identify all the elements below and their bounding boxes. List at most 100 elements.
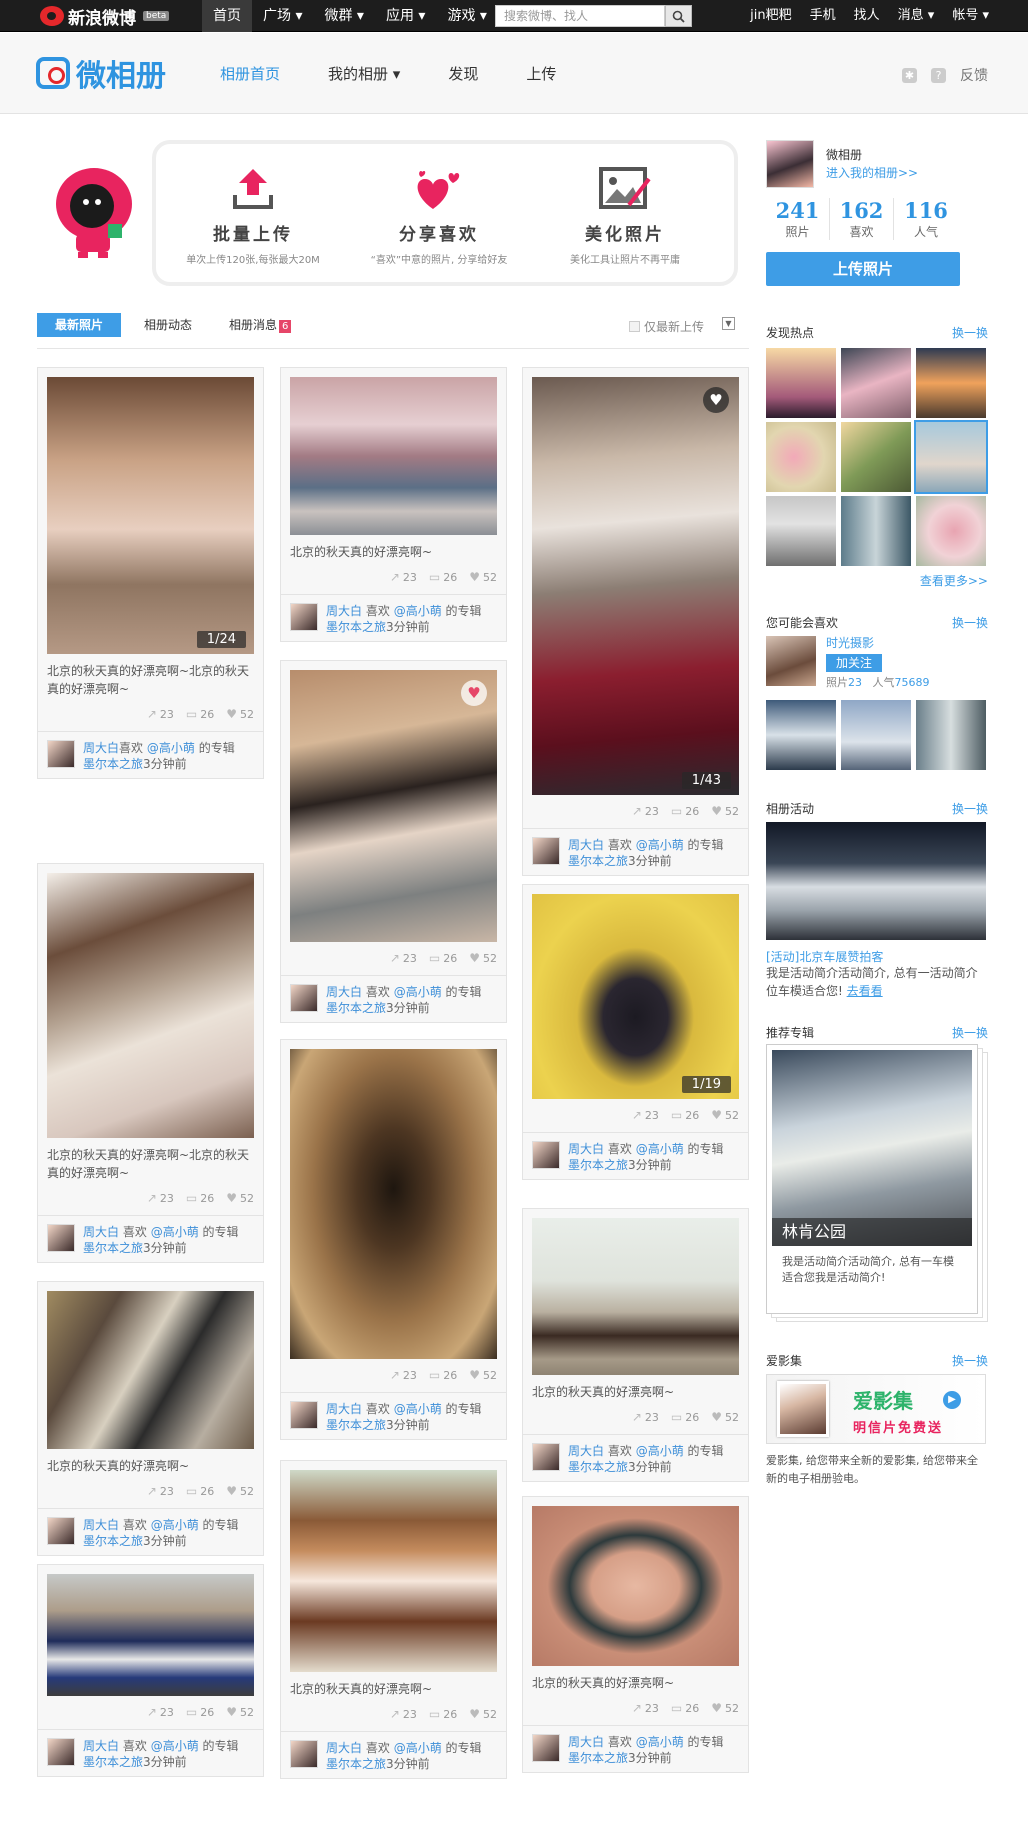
like-stat[interactable]: ♥ 52 bbox=[226, 1705, 254, 1719]
see-more-link[interactable]: 查看更多>> bbox=[920, 572, 988, 589]
like-stat[interactable]: ♥ 52 bbox=[226, 707, 254, 721]
comment-stat[interactable]: ▭ 26 bbox=[429, 570, 457, 584]
activity-go-link[interactable]: 去看看 bbox=[847, 984, 883, 998]
stat-likes[interactable]: 162 喜欢 bbox=[830, 198, 894, 240]
nav-groups[interactable]: 微群 ▾ bbox=[313, 0, 374, 32]
swap-link[interactable]: 换一换 bbox=[952, 324, 988, 341]
user-link[interactable]: 周大白 bbox=[568, 1444, 604, 1458]
album-link[interactable]: 墨尔本之旅 bbox=[83, 1534, 143, 1548]
share-stat[interactable]: ↗ 23 bbox=[147, 707, 174, 721]
like-stat[interactable]: ♥ 52 bbox=[226, 1191, 254, 1205]
photo-card[interactable]: 北京的秋天真的好漂亮啊~ ↗ 23 ▭ 26 ♥ 52 周大白 喜欢 @高小萌 的专辑… bbox=[522, 1208, 749, 1482]
photo-image[interactable]: ♥ 1/43 bbox=[532, 377, 739, 795]
album-link[interactable]: 墨尔本之旅 bbox=[568, 1158, 628, 1172]
like-stat[interactable]: ♥ 52 bbox=[469, 1368, 497, 1382]
photo-card[interactable]: 北京的秋天真的好漂亮啊~北京的秋天真的好漂亮啊~ ↗ 23 ▭ 26 ♥ 52 周大白… bbox=[37, 863, 264, 1263]
only-latest-checkbox[interactable] bbox=[628, 321, 640, 332]
user-link[interactable]: 周大白 bbox=[83, 1518, 119, 1532]
feature-beautify[interactable]: 美化照片 美化工具让照片不再平庸 bbox=[530, 164, 720, 266]
nav-find-people[interactable]: 找人 bbox=[845, 0, 889, 32]
avatar[interactable] bbox=[532, 1443, 560, 1471]
like-heart-icon[interactable]: ♥ bbox=[703, 387, 729, 413]
avatar[interactable] bbox=[47, 740, 75, 768]
photo-image[interactable]: ♥ bbox=[290, 670, 497, 942]
album-link[interactable]: 墨尔本之旅 bbox=[326, 1757, 386, 1771]
album-link[interactable]: 墨尔本之旅 bbox=[83, 757, 143, 771]
photo-card[interactable]: 北京的秋天真的好漂亮啊~ ↗ 23 ▭ 26 ♥ 52 周大白 喜欢 @高小萌 的专辑… bbox=[37, 1281, 264, 1556]
hot-thumbnail[interactable] bbox=[916, 348, 986, 418]
like-stat[interactable]: ♥ 52 bbox=[711, 1410, 739, 1424]
share-stat[interactable]: ↗ 23 bbox=[147, 1705, 174, 1719]
album-link[interactable]: 墨尔本之旅 bbox=[83, 1755, 143, 1769]
photo-image[interactable] bbox=[290, 1049, 497, 1359]
settings-gear-icon[interactable]: ✱ bbox=[902, 67, 917, 83]
photo-image[interactable]: 1/24 bbox=[47, 377, 254, 654]
nav-home[interactable]: 首页 bbox=[202, 0, 252, 32]
tab-album-activity[interactable]: 相册动态 bbox=[144, 313, 192, 337]
photo-card[interactable]: 1/24 北京的秋天真的好漂亮啊~北京的秋天真的好漂亮啊~ ↗ 23 ▭ 26 ♥ 5… bbox=[37, 367, 264, 779]
album-link[interactable]: 墨尔本之旅 bbox=[326, 620, 386, 634]
user-link[interactable]: 周大白 bbox=[83, 1225, 119, 1239]
weibo-logo[interactable]: 新浪微博 beta bbox=[40, 4, 170, 29]
liked-heart-icon[interactable]: ♥ bbox=[461, 680, 487, 706]
hot-thumbnail[interactable] bbox=[841, 496, 911, 566]
ai-banner[interactable]: 爱影集 ▶ 明信片免费送 bbox=[766, 1374, 986, 1444]
user-link[interactable]: 周大白 bbox=[326, 985, 362, 999]
swap-link[interactable]: 换一换 bbox=[952, 800, 988, 817]
recommended-album[interactable]: 林肯公园 我是活动简介活动简介, 总有一车模适合您我是活动简介! bbox=[766, 1044, 978, 1314]
nav-upload[interactable]: 上传 bbox=[526, 63, 556, 84]
photo-card[interactable]: ♥ 1/43 ↗ 23 ▭ 26 ♥ 52 周大白 喜欢 @高小萌 的专辑 墨尔本之旅… bbox=[522, 367, 749, 876]
tab-album-messages[interactable]: 相册消息 6 bbox=[229, 313, 292, 337]
follow-button[interactable]: 加关注 bbox=[826, 654, 882, 672]
avatar[interactable] bbox=[290, 1740, 318, 1768]
avatar[interactable] bbox=[290, 984, 318, 1012]
album-link[interactable]: 墨尔本之旅 bbox=[568, 1460, 628, 1474]
swap-link[interactable]: 换一换 bbox=[952, 1024, 988, 1041]
share-stat[interactable]: ↗ 23 bbox=[390, 570, 417, 584]
avatar[interactable] bbox=[532, 837, 560, 865]
user-link[interactable]: 周大白 bbox=[326, 604, 362, 618]
share-stat[interactable]: ↗ 23 bbox=[632, 1410, 659, 1424]
like-stat[interactable]: ♥ 52 bbox=[711, 1108, 739, 1122]
avatar[interactable] bbox=[47, 1224, 75, 1252]
like-stat[interactable]: ♥ 52 bbox=[711, 1701, 739, 1715]
like-stat[interactable]: ♥ 52 bbox=[469, 951, 497, 965]
album-link[interactable]: 墨尔本之旅 bbox=[83, 1241, 143, 1255]
album-link[interactable]: 墨尔本之旅 bbox=[568, 1751, 628, 1765]
nav-discover[interactable]: 发现 bbox=[448, 63, 478, 84]
view-dropdown-icon[interactable]: ▼ bbox=[722, 317, 735, 330]
comment-stat[interactable]: ▭ 26 bbox=[429, 1707, 457, 1721]
hot-thumbnail[interactable] bbox=[766, 348, 836, 418]
photo-image[interactable] bbox=[47, 1291, 254, 1449]
avatar[interactable] bbox=[532, 1734, 560, 1762]
mention-link[interactable]: @高小萌 bbox=[151, 1225, 199, 1239]
weixiangce-logo[interactable]: 微相册 bbox=[36, 51, 166, 95]
photo-image[interactable] bbox=[47, 873, 254, 1138]
share-stat[interactable]: ↗ 23 bbox=[390, 951, 417, 965]
only-latest-toggle[interactable]: 仅最新上传 bbox=[628, 318, 704, 335]
photo-image[interactable] bbox=[290, 377, 497, 535]
share-stat[interactable]: ↗ 23 bbox=[632, 804, 659, 818]
mention-link[interactable]: @高小萌 bbox=[636, 1142, 684, 1156]
search-input[interactable]: 搜索微博、找人 bbox=[495, 5, 665, 27]
stat-photos[interactable]: 241 照片 bbox=[766, 198, 830, 240]
mention-link[interactable]: @高小萌 bbox=[636, 838, 684, 852]
maylike-user-link[interactable]: 时光摄影 bbox=[826, 634, 874, 651]
nav-square[interactable]: 广场 ▾ bbox=[252, 0, 313, 32]
enter-my-album-link[interactable]: 进入我的相册>> bbox=[826, 164, 918, 181]
album-link[interactable]: 墨尔本之旅 bbox=[326, 1001, 386, 1015]
tab-latest-photos[interactable]: 最新照片 bbox=[37, 313, 122, 337]
share-stat[interactable]: ↗ 23 bbox=[632, 1108, 659, 1122]
mention-link[interactable]: @高小萌 bbox=[394, 985, 442, 999]
avatar[interactable] bbox=[290, 603, 318, 631]
comment-stat[interactable]: ▭ 26 bbox=[671, 804, 699, 818]
mention-link[interactable]: @高小萌 bbox=[151, 1518, 199, 1532]
comment-stat[interactable]: ▭ 26 bbox=[671, 1701, 699, 1715]
hot-thumbnail[interactable] bbox=[841, 348, 911, 418]
avatar[interactable] bbox=[47, 1517, 75, 1545]
comment-stat[interactable]: ▭ 26 bbox=[671, 1410, 699, 1424]
share-stat[interactable]: ↗ 23 bbox=[147, 1484, 174, 1498]
share-stat[interactable]: ↗ 23 bbox=[147, 1191, 174, 1205]
user-link[interactable]: 周大白 bbox=[568, 1142, 604, 1156]
hot-thumbnail[interactable] bbox=[841, 422, 911, 492]
